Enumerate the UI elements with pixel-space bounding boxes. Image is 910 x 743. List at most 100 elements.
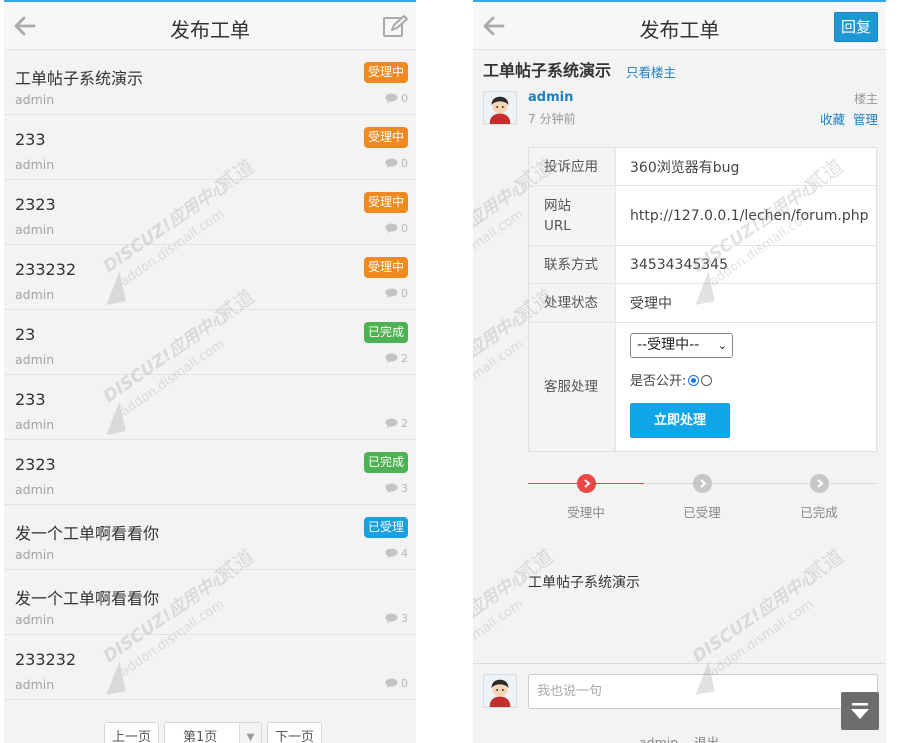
post-actions: 收藏 管理 [820, 109, 878, 128]
ticket-row[interactable]: 2323 admin 受理中 0 [4, 180, 416, 245]
bottom-user-link[interactable]: admin [639, 735, 678, 743]
ticket-list-panel: 发布工单 工单帖子系统演示 admin 受理中 0 233 admin 受理中 0 2323 ad… [4, 0, 416, 743]
comment-count-value: 0 [401, 222, 408, 235]
progress-steps: 受理中 已受理 已完成 [528, 473, 877, 523]
logout-link[interactable]: 退出 [694, 735, 719, 743]
comment-count: 0 [385, 222, 408, 235]
ticket-author: admin [15, 157, 55, 172]
chevron-down-icon: ▼ [239, 723, 261, 743]
watermark-brand: DISCUZ!应用中心 [473, 566, 532, 667]
ticket-title: 233232 [15, 650, 77, 669]
next-page-button[interactable]: 下一页 [267, 722, 322, 743]
status-badge: 已受理 [363, 517, 408, 538]
ticket-author: admin [15, 547, 55, 562]
info-value: 受理中 [630, 296, 672, 312]
comment-count-value: 2 [401, 417, 408, 430]
ticket-row[interactable]: 工单帖子系统演示 admin 受理中 0 [4, 50, 416, 115]
step-line [644, 483, 877, 484]
page-select[interactable]: 第1页 ▼ [164, 722, 262, 743]
comment-count: 0 [385, 287, 408, 300]
ticket-title: 233 [15, 390, 46, 409]
ticket-row[interactable]: 23 admin 已完成 2 [4, 310, 416, 375]
step-label: 受理中 [567, 505, 605, 520]
comment-count: 3 [385, 482, 408, 495]
info-key: 客服处理 [529, 323, 616, 451]
info-row: 联系方式 34534345345 [529, 246, 876, 284]
public-radio-no[interactable] [701, 375, 713, 386]
avatar[interactable] [483, 91, 517, 125]
reply-bar: 我也说一句 admin 退出 [473, 663, 886, 743]
only-op-link[interactable]: 只看楼主 [626, 62, 676, 81]
manage-link[interactable]: 管理 [853, 112, 878, 127]
comment-count: 0 [385, 677, 408, 690]
ticket-row[interactable]: 233 admin 受理中 0 [4, 115, 416, 180]
info-row: 处理状态 受理中 [529, 284, 876, 323]
status-badge: 受理中 [363, 192, 408, 213]
comment-count-value: 0 [401, 677, 408, 690]
comment-icon [385, 288, 398, 298]
watermark-mark: 贰道 [801, 544, 848, 587]
comment-count: 4 [385, 547, 408, 560]
compose-icon[interactable] [382, 14, 408, 38]
ticket-author: admin [15, 352, 55, 367]
bottom-links: admin 退出 [639, 732, 719, 743]
comment-icon [385, 678, 398, 688]
comment-count: 0 [385, 92, 408, 105]
comment-icon [385, 93, 398, 103]
comment-icon [385, 353, 398, 363]
ticket-title: 233232 [15, 260, 77, 279]
avatar [483, 674, 517, 708]
ticket-author: admin [15, 222, 55, 237]
ticket-title: 23 [15, 325, 36, 344]
comment-count-value: 2 [401, 352, 408, 365]
ticket-author: admin [15, 287, 55, 302]
comment-count: 2 [385, 417, 408, 430]
service-row: 客服处理 --受理中-- ⌄ 是否公开: 立即处理 [529, 323, 876, 451]
comment-icon [385, 418, 398, 428]
comment-count-value: 0 [401, 92, 408, 105]
prev-page-button[interactable]: 上一页 [104, 722, 159, 743]
comment-icon [385, 613, 398, 623]
info-key: 投诉应用 [529, 148, 616, 185]
status-select[interactable]: --受理中-- ⌄ [630, 333, 733, 358]
screenshot-root: 发布工单 工单帖子系统演示 admin 受理中 0 233 admin 受理中 0 2323 ad… [0, 0, 910, 743]
ticket-row[interactable]: 发一个工单啊看看你 admin 3 [4, 570, 416, 635]
ticket-title: 发一个工单啊看看你 [15, 524, 160, 543]
author-name[interactable]: admin [528, 90, 573, 105]
comment-icon [385, 223, 398, 233]
avatar-icon [484, 675, 516, 707]
info-key: 联系方式 [529, 246, 616, 283]
info-key: 网站URL [529, 186, 616, 245]
info-value: 34534345345 [630, 256, 728, 273]
page-select-value: 第1页 [183, 730, 218, 743]
reply-input[interactable]: 我也说一句 [528, 674, 878, 709]
ticket-row[interactable]: 发一个工单啊看看你 admin 已受理 4 [4, 505, 416, 570]
process-button[interactable]: 立即处理 [630, 403, 730, 438]
status-select-value: --受理中-- [637, 337, 700, 353]
thread-title: 工单帖子系统演示 [483, 61, 612, 80]
public-radio-yes[interactable] [688, 375, 700, 386]
watermark-site: addon.dismall.com [473, 337, 526, 420]
comment-count: 3 [385, 612, 408, 625]
scroll-to-top-button[interactable] [841, 692, 879, 730]
ticket-row[interactable]: 233 admin 2 [4, 375, 416, 440]
avatar-icon [484, 92, 516, 124]
ticket-author: admin [15, 677, 55, 692]
favorite-link[interactable]: 收藏 [820, 112, 845, 127]
step-label: 已完成 [800, 505, 838, 520]
watermark-site: addon.dismall.com [473, 207, 526, 290]
reply-button[interactable]: 回复 [834, 12, 878, 42]
ticket-row[interactable]: 2323 admin 已完成 3 [4, 440, 416, 505]
comment-count-value: 0 [401, 157, 408, 170]
header: 发布工单 [4, 2, 416, 50]
info-row: 网站URL http://127.0.0.1/lechen/forum.php [529, 186, 876, 246]
watermark-brand: DISCUZ!应用中心 [473, 176, 532, 277]
ticket-info-table: 投诉应用 360浏览器有bug 网站URL http://127.0.0.1/lec… [528, 147, 877, 452]
comment-count: 0 [385, 157, 408, 170]
ticket-row[interactable]: 233232 admin 受理中 0 [4, 245, 416, 310]
ticket-row[interactable]: 233232 admin 0 [4, 635, 416, 700]
info-value: 360浏览器有bug [630, 159, 740, 176]
comment-icon [385, 548, 398, 558]
watermark-brand: DISCUZ!应用中心 [473, 306, 532, 407]
ticket-title: 工单帖子系统演示 [15, 69, 144, 88]
